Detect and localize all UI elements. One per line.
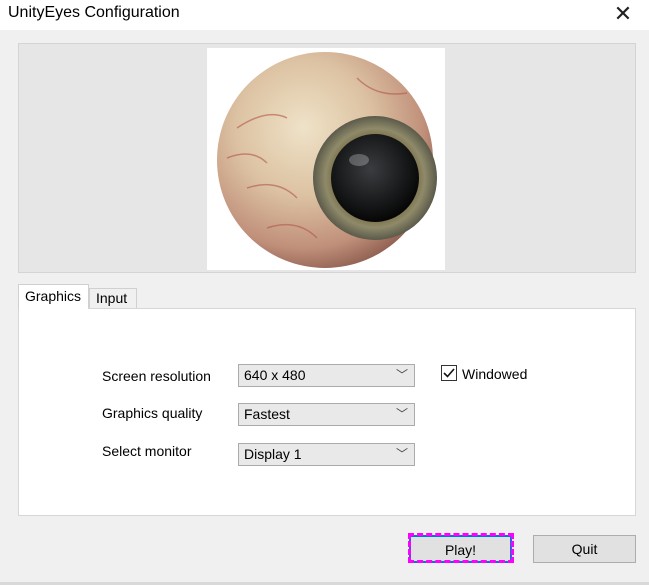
window-title: UnityEyes Configuration: [8, 4, 180, 21]
graphics-quality-label: Graphics quality: [102, 405, 203, 421]
chevron-down-icon: ﹀: [395, 407, 408, 421]
screen-resolution-value: 640 x 480: [244, 367, 306, 383]
select-monitor-value: Display 1: [244, 446, 302, 462]
screen-resolution-label: Screen resolution: [102, 368, 211, 384]
title-bar: UnityEyes Configuration ✕: [0, 0, 649, 30]
chevron-down-icon: ﹀: [395, 368, 408, 382]
tab-input[interactable]: Input: [89, 288, 137, 308]
play-button[interactable]: Play!: [409, 535, 512, 563]
windowed-label: Windowed: [462, 366, 528, 382]
close-icon[interactable]: ✕: [605, 1, 641, 27]
tab-graphics[interactable]: Graphics: [18, 284, 89, 309]
screen-resolution-select[interactable]: 640 x 480 ﹀: [238, 364, 415, 387]
select-monitor-select[interactable]: Display 1 ﹀: [238, 443, 415, 466]
checkmark-icon: [443, 368, 455, 378]
graphics-quality-select[interactable]: Fastest ﹀: [238, 403, 415, 426]
select-monitor-label: Select monitor: [102, 443, 192, 459]
quit-button[interactable]: Quit: [533, 535, 636, 563]
chevron-down-icon: ﹀: [395, 447, 408, 461]
windowed-checkbox[interactable]: [441, 365, 457, 381]
graphics-quality-value: Fastest: [244, 406, 290, 422]
eyeball-illustration: [217, 52, 437, 268]
eyeball-image: [207, 48, 445, 270]
